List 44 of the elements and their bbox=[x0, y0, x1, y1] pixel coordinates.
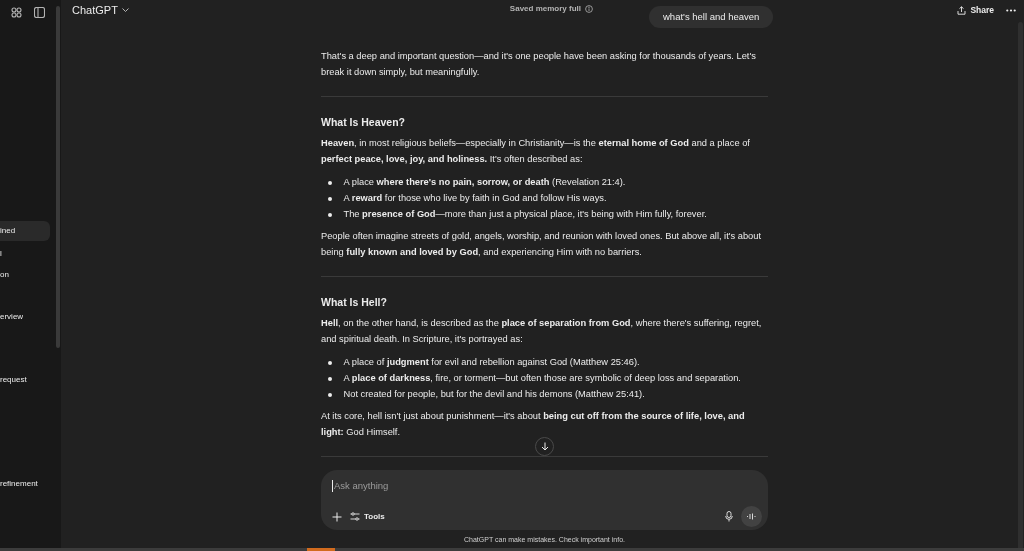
info-icon[interactable] bbox=[585, 5, 593, 13]
more-icon[interactable] bbox=[1006, 8, 1016, 12]
model-selector[interactable]: ChatGPT bbox=[72, 1, 129, 19]
user-message: what's hell and heaven bbox=[649, 6, 774, 28]
chat-history-item[interactable]: erview bbox=[0, 307, 50, 327]
plus-icon[interactable] bbox=[332, 511, 342, 522]
waveform-icon bbox=[747, 513, 756, 520]
share-icon bbox=[957, 5, 967, 15]
response-paragraph: That's a deep and important question—and it's one people have been asking for thousands of years. Let's break it down simply, but meaningfully. bbox=[321, 50, 757, 79]
bullet-icon bbox=[328, 181, 332, 185]
response-paragraph: Heaven, in most religious beliefs—especially in Christianity—is the eternal home of God and a place of perfect peace, love, joy, and holiness. It's often described as: bbox=[321, 137, 751, 166]
chat-history-item[interactable]: ined bbox=[0, 221, 50, 241]
response-paragraph: Hell, on the other hand, is described as the place of separation from God, where there's suffering, regret, and spiritual death. In Scripture, it's portrayed as: bbox=[321, 317, 763, 346]
sliders-icon bbox=[350, 512, 360, 521]
list-item-text: The presence of God—more than just a physical place, it's being with Him fully, forever. bbox=[343, 208, 707, 222]
list-item-text: A place of darkness, fire, or torment—but often those are symbolic of deep loss and separation. bbox=[343, 372, 741, 386]
section-heading: What Is Heaven? bbox=[321, 115, 407, 130]
chat-history-item[interactable]: refinement bbox=[0, 474, 50, 494]
list-item-text: A reward for those who live by faith in God and follow His ways. bbox=[343, 192, 607, 206]
chat-history-item[interactable]: request bbox=[0, 370, 50, 390]
tools-button[interactable]: Tools bbox=[350, 510, 385, 523]
response-paragraph: At its core, hell isn't just about punishment—it's about being cut off from the source of life, love, and light: God Himself. bbox=[321, 410, 746, 439]
bullet-icon bbox=[328, 361, 332, 365]
scroll-down-button[interactable] bbox=[535, 437, 554, 456]
list-item-text: A place where there's no pain, sorrow, or death (Revelation 21:4). bbox=[343, 176, 626, 190]
section-heading: What Is Hell? bbox=[321, 295, 388, 310]
chat-history-item[interactable]: on bbox=[0, 265, 50, 285]
list-item-text: A place of judgment for evil and rebellion against God (Matthew 25:46). bbox=[343, 356, 640, 370]
chat-history-item[interactable]: l bbox=[0, 244, 50, 264]
bullet-icon bbox=[328, 393, 332, 397]
memory-notice: Saved memory full bbox=[509, 3, 581, 15]
share-button[interactable]: Share bbox=[957, 3, 994, 17]
response-paragraph: People often imagine streets of gold, angels, worship, and reunion with loved ones. But above all, it's about being fully known and loved by God, and experiencing Him with no barriers. bbox=[321, 230, 763, 259]
bullet-icon bbox=[328, 377, 332, 381]
voice-button[interactable] bbox=[741, 506, 762, 527]
bullet-icon bbox=[328, 213, 332, 217]
bullet-icon bbox=[328, 197, 332, 201]
chevron-down-icon bbox=[121, 7, 129, 13]
arrow-down-icon bbox=[540, 442, 549, 451]
sidebar-toggle-icon[interactable] bbox=[34, 6, 45, 18]
apps-icon[interactable] bbox=[11, 6, 22, 18]
message-input[interactable]: Ask anything bbox=[332, 480, 757, 492]
microphone-icon[interactable] bbox=[725, 511, 733, 522]
list-item-text: Not created for people, but for the devil and his demons (Matthew 25:41). bbox=[343, 388, 645, 402]
